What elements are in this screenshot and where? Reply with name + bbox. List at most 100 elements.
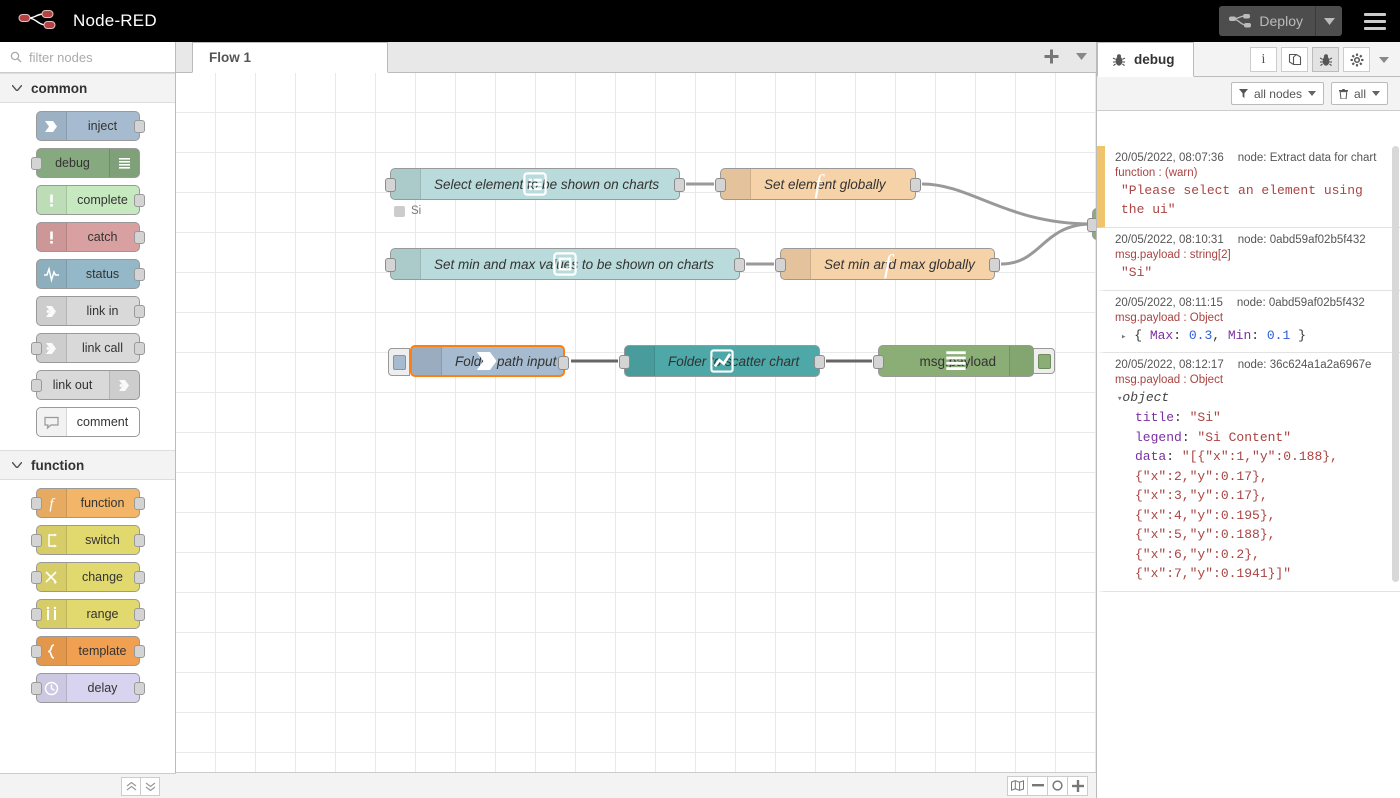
palette-node-inject[interactable]: inject <box>36 111 140 141</box>
node-input-port[interactable] <box>31 682 42 695</box>
palette-node-delay[interactable]: delay <box>36 673 140 703</box>
palette-node-range[interactable]: range <box>36 599 140 629</box>
node-output-port[interactable] <box>558 356 569 370</box>
flow-node-n7[interactable]: Folder to scatter chart <box>624 345 820 377</box>
node-input-port[interactable] <box>873 355 884 369</box>
palette-node-change[interactable]: change <box>36 562 140 592</box>
zoom-in-button[interactable] <box>1067 776 1088 796</box>
node-input-port[interactable] <box>715 178 726 192</box>
palette-node-status[interactable]: status <box>36 259 140 289</box>
flow-node-n1[interactable]: Select element to be shown on charts Si <box>390 168 680 200</box>
node-output-port[interactable] <box>134 497 145 510</box>
node-output-port[interactable] <box>134 305 145 318</box>
node-input-port[interactable] <box>31 608 42 621</box>
flow-node-n5[interactable]: f Set min and max globally <box>780 248 995 280</box>
palette-category-body-function: ffunction switch change range template delay <box>0 480 175 716</box>
palette-node-link-call[interactable]: link call <box>36 333 140 363</box>
app-header: Node-RED Deploy <box>0 0 1400 42</box>
flow-node-n4[interactable]: Set min and max values to be shown on ch… <box>390 248 740 280</box>
tab-flow-1[interactable]: Flow 1 <box>192 42 388 73</box>
palette-node-comment[interactable]: comment <box>36 407 140 437</box>
debug-clear-button[interactable]: all <box>1331 82 1388 105</box>
zoom-reset-button[interactable] <box>1047 776 1068 796</box>
palette-node-label: template <box>67 644 139 658</box>
deploy-dropdown-button[interactable] <box>1316 6 1342 36</box>
node-output-port[interactable] <box>134 608 145 621</box>
node-output-port[interactable] <box>134 120 145 133</box>
debug-message[interactable]: 20/05/2022, 08:07:36 node: Extract data … <box>1097 146 1400 228</box>
debug-scrollbar[interactable] <box>1392 146 1399 582</box>
node-output-port[interactable] <box>734 258 745 272</box>
node-output-port[interactable] <box>134 268 145 281</box>
node-output-port[interactable] <box>814 355 825 369</box>
sidebar-help-button[interactable] <box>1281 47 1308 72</box>
debug-message-list[interactable]: 20/05/2022, 08:07:36 node: Extract data … <box>1097 146 1400 798</box>
navigator-button[interactable] <box>1007 776 1028 796</box>
triangle-down-icon[interactable]: ▾ <box>1117 394 1122 404</box>
deploy-label: Deploy <box>1259 13 1303 29</box>
zoom-out-button[interactable] <box>1027 776 1048 796</box>
palette-category-function[interactable]: function <box>0 450 175 480</box>
node-output-port[interactable] <box>134 534 145 547</box>
node-input-port[interactable] <box>31 645 42 658</box>
node-output-port[interactable] <box>910 178 921 192</box>
node-input-port[interactable] <box>31 379 42 392</box>
debug-clear-label: all <box>1354 87 1366 101</box>
sidebar-info-button[interactable]: i <box>1250 47 1277 72</box>
node-input-port[interactable] <box>775 258 786 272</box>
node-output-port[interactable] <box>134 682 145 695</box>
node-input-port[interactable] <box>31 342 42 355</box>
palette-node-function[interactable]: ffunction <box>36 488 140 518</box>
node-input-port[interactable] <box>31 571 42 584</box>
palette-node-catch[interactable]: catch <box>36 222 140 252</box>
flow-canvas[interactable]: Select element to be shown on charts Si f… <box>176 73 1096 772</box>
palette-node-complete[interactable]: complete <box>36 185 140 215</box>
node-input-port[interactable] <box>31 534 42 547</box>
node-output-port[interactable] <box>134 194 145 207</box>
sidebar-debug-button[interactable] <box>1312 47 1339 72</box>
node-red-logo <box>18 10 64 32</box>
main-menu-button[interactable] <box>1364 13 1386 30</box>
flow-node-n8[interactable]: msg.payload <box>878 345 1034 377</box>
palette-category-common[interactable]: common <box>0 73 175 103</box>
palette-node-template[interactable]: template <box>36 636 140 666</box>
palette-node-link-in[interactable]: link in <box>36 296 140 326</box>
expand-all-button[interactable] <box>140 777 160 796</box>
flow-node-n2[interactable]: f Set element globally <box>720 168 916 200</box>
collapse-all-button[interactable] <box>121 777 141 796</box>
palette-node-switch[interactable]: switch <box>36 525 140 555</box>
palette-node-link-out[interactable]: link out <box>36 370 140 400</box>
debug-message[interactable]: 20/05/2022, 08:10:31 node: 0abd59af02b5f… <box>1097 228 1400 291</box>
node-output-port[interactable] <box>134 645 145 658</box>
node-output-port[interactable] <box>134 571 145 584</box>
chevron-down-icon <box>12 462 22 468</box>
sidebar-tab-debug[interactable]: debug <box>1097 42 1194 77</box>
debug-node-filter[interactable]: all nodes <box>1231 82 1324 105</box>
node-input-port[interactable] <box>31 157 42 170</box>
node-output-port[interactable] <box>674 178 685 192</box>
debug-node-toggle-button[interactable] <box>1033 348 1055 374</box>
debug-lines-icon <box>109 149 139 177</box>
debug-message[interactable]: 20/05/2022, 08:11:15 node: 0abd59af02b5f… <box>1097 291 1400 354</box>
deploy-button[interactable]: Deploy <box>1219 6 1316 36</box>
node-input-port[interactable] <box>1087 218 1096 232</box>
node-output-port[interactable] <box>134 231 145 244</box>
debug-message[interactable]: 20/05/2022, 08:12:17 node: 36c624a1a2a69… <box>1097 353 1400 591</box>
flow-node-n6[interactable]: Folder path input <box>410 345 565 377</box>
node-input-port[interactable] <box>385 178 396 192</box>
palette-search[interactable]: filter nodes <box>0 42 175 73</box>
triangle-right-icon[interactable]: ▸ <box>1121 332 1126 342</box>
node-input-port[interactable] <box>31 497 42 510</box>
debug-property-key: title <box>1135 410 1174 425</box>
add-flow-button[interactable] <box>1036 42 1066 72</box>
node-input-port[interactable] <box>385 258 396 272</box>
node-input-port[interactable] <box>619 355 630 369</box>
flow-menu-button[interactable] <box>1066 42 1096 72</box>
sidebar-more-button[interactable] <box>1374 57 1394 63</box>
palette-node-debug[interactable]: debug <box>36 148 140 178</box>
debug-object-root[interactable]: ▾object <box>1117 389 1390 408</box>
node-output-port[interactable] <box>134 342 145 355</box>
sidebar-config-button[interactable] <box>1343 47 1370 72</box>
inject-trigger-button[interactable] <box>388 348 410 376</box>
node-output-port[interactable] <box>989 258 1000 272</box>
